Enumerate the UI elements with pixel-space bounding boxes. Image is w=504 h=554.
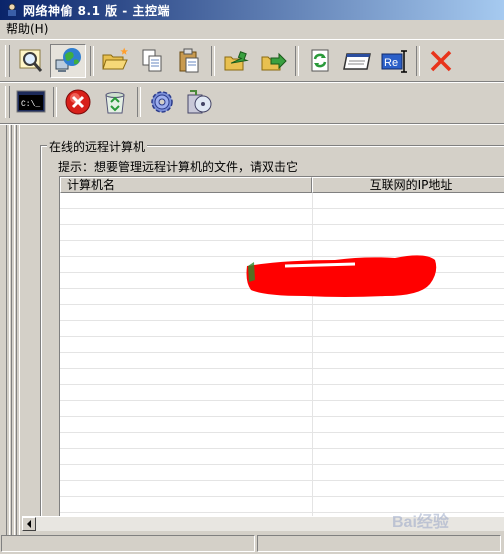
toolbar-separator — [90, 46, 94, 76]
status-panel-2 — [257, 535, 501, 552]
delete-button[interactable] — [423, 44, 459, 78]
recycle-bin-icon — [105, 92, 125, 114]
upload-icon — [224, 51, 249, 71]
online-computers-legend: 在线的远程计算机 — [47, 138, 148, 155]
column-computer-name[interactable]: 计算机名 — [60, 177, 312, 193]
svg-text:Bai经验: Bai经验 — [392, 512, 450, 531]
search-button[interactable] — [13, 44, 49, 78]
paste-button[interactable] — [171, 44, 207, 78]
refresh-icon — [311, 49, 329, 72]
app-icon — [8, 3, 16, 16]
refresh-button[interactable] — [302, 44, 338, 78]
settings-button[interactable] — [144, 85, 180, 119]
scroll-left-button[interactable] — [22, 517, 36, 531]
toolbar-separator — [295, 46, 299, 76]
title-bar[interactable]: 网络神偷 8.1 版 - 主控端 — [0, 0, 504, 20]
paste-icon — [179, 48, 199, 73]
command-prompt-button[interactable]: C:\_ — [13, 85, 49, 119]
toolbar-divider — [0, 123, 504, 125]
toolbar-separator — [137, 87, 141, 117]
rename-button[interactable]: Re — [376, 44, 412, 78]
svg-text:Re: Re — [384, 57, 398, 69]
window-title: 网络神偷 8.1 版 - 主控端 — [23, 3, 170, 18]
list-body[interactable] — [60, 193, 504, 517]
open-folder-icon — [102, 47, 129, 70]
settings-gear-icon — [151, 91, 173, 113]
copy-icon — [142, 49, 162, 72]
toolbar-separator — [416, 46, 420, 76]
list-header: 计算机名 互联网的IP地址 — [60, 177, 504, 193]
disk-cleanup-icon — [187, 90, 212, 114]
toolbar-grip[interactable] — [5, 86, 10, 118]
network-button[interactable] — [50, 44, 86, 78]
hint-text: 提示：想要管理远程计算机的文件，请双击它 — [58, 160, 299, 174]
command-prompt-icon: C:\_ — [16, 90, 46, 113]
download-button[interactable] — [255, 44, 291, 78]
delete-x-icon — [430, 50, 452, 72]
menu-help[interactable]: 帮助(H) — [0, 20, 54, 39]
disk-cleanup-button[interactable] — [181, 85, 217, 119]
stop-icon — [65, 89, 91, 115]
status-bar — [0, 533, 504, 554]
menu-bar: 帮助(H) — [0, 20, 504, 40]
toolbar-separator — [53, 87, 57, 117]
window-icon — [343, 53, 371, 70]
network-globe-icon — [55, 48, 81, 72]
download-icon — [261, 52, 287, 71]
open-folder-button[interactable] — [97, 44, 133, 78]
toolbar-secondary: C:\_ — [0, 82, 504, 122]
toolbar-grip[interactable] — [5, 45, 10, 77]
rename-icon: Re — [381, 50, 407, 73]
toolbar-separator — [211, 46, 215, 76]
arrow-left-icon — [27, 520, 31, 528]
stop-button[interactable] — [60, 85, 96, 119]
column-divider — [312, 193, 313, 517]
left-splitter[interactable] — [6, 125, 20, 535]
copy-button[interactable] — [134, 44, 170, 78]
computer-list[interactable]: 计算机名 互联网的IP地址 — [59, 176, 504, 518]
recycle-bin-button[interactable] — [97, 85, 133, 119]
toolbar-main: Re — [0, 41, 504, 81]
upload-button[interactable] — [218, 44, 254, 78]
redaction-scribble — [246, 255, 437, 297]
svg-text:C:\_: C:\_ — [21, 100, 40, 109]
window-button[interactable] — [339, 44, 375, 78]
column-ip-address[interactable]: 互联网的IP地址 — [312, 177, 504, 193]
baidu-watermark-logo: Bai经验 — [392, 512, 450, 531]
magnifier-icon — [19, 49, 43, 72]
status-panel-1 — [1, 535, 255, 552]
